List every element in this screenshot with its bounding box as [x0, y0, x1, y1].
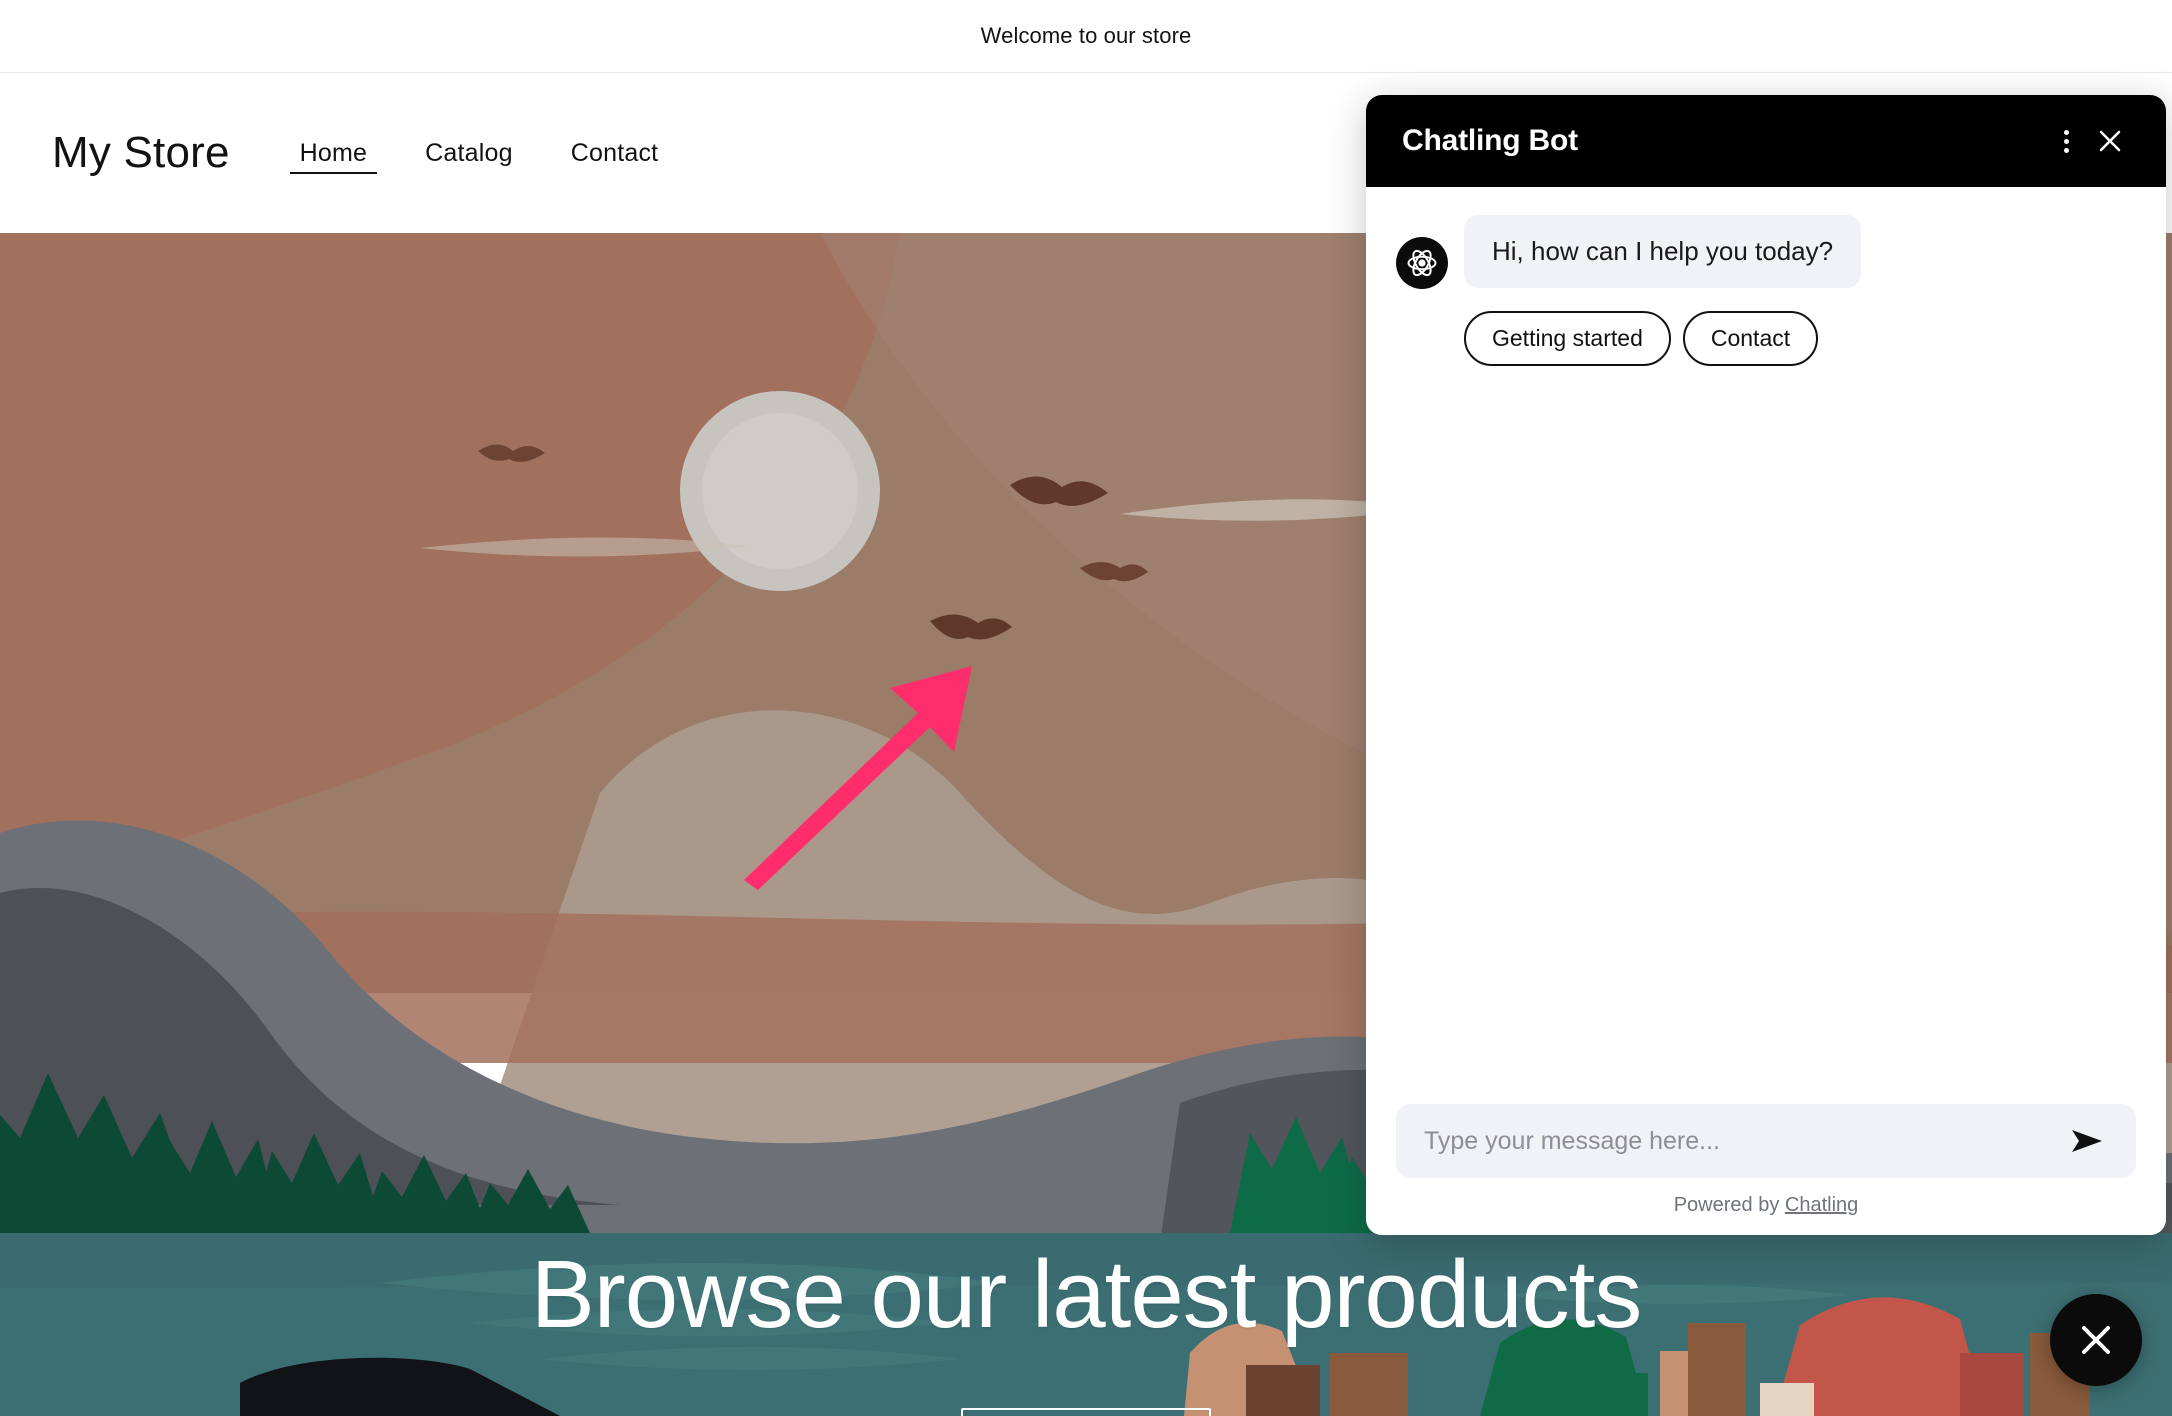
quick-reply-contact[interactable]: Contact: [1682, 311, 1819, 366]
store-logo[interactable]: My Store: [52, 128, 230, 178]
page-root: Welcome to our store My Store Home Catal…: [0, 0, 2172, 1416]
close-glyph: [2099, 130, 2121, 152]
close-icon[interactable]: [2088, 119, 2132, 163]
hero-cta-button[interactable]: Shop all: [961, 1408, 1211, 1416]
atom-icon: [1407, 249, 1437, 277]
chat-message-bot: Hi, how can I help you today?: [1396, 215, 2136, 289]
chat-launcher-button[interactable]: [2050, 1294, 2142, 1386]
nav-link-home[interactable]: Home: [289, 133, 378, 174]
chat-widget-title: Chatling Bot: [1402, 124, 1578, 157]
quick-reply-group: Getting started Contact: [1464, 311, 2136, 366]
announcement-bar: Welcome to our store: [0, 0, 2172, 73]
chatling-link[interactable]: Chatling: [1785, 1194, 1858, 1216]
main-nav: Home Catalog Contact: [289, 133, 669, 174]
hero-title: Browse our latest products: [530, 1241, 1643, 1348]
chat-input-wrap: [1396, 1104, 2136, 1178]
chat-bubble-text: Hi, how can I help you today?: [1464, 215, 1862, 288]
quick-reply-getting-started[interactable]: Getting started: [1464, 311, 1671, 366]
send-icon[interactable]: [2064, 1118, 2110, 1164]
announcement-text: Welcome to our store: [980, 23, 1192, 48]
kebab-dots: [2063, 129, 2069, 153]
nav-link-contact[interactable]: Contact: [561, 133, 669, 174]
chat-widget-footer: Powered by Chatling: [1366, 1104, 2166, 1235]
kebab-menu-icon[interactable]: [2044, 119, 2088, 163]
send-glyph: [2072, 1130, 2102, 1152]
nav-link-catalog[interactable]: Catalog: [415, 133, 523, 174]
chat-widget-header: Chatling Bot: [1366, 95, 2166, 187]
avatar: [1396, 237, 1448, 289]
chat-message-list: Hi, how can I help you today? Getting st…: [1366, 187, 2166, 1104]
chat-widget-panel: Chatling Bot Hi, how can I help you toda…: [1366, 95, 2166, 1235]
chat-message-input[interactable]: [1424, 1126, 2064, 1156]
close-icon: [2082, 1326, 2110, 1354]
powered-by-label: Powered by Chatling: [1396, 1194, 2136, 1217]
powered-by-prefix: Powered by: [1673, 1194, 1785, 1216]
